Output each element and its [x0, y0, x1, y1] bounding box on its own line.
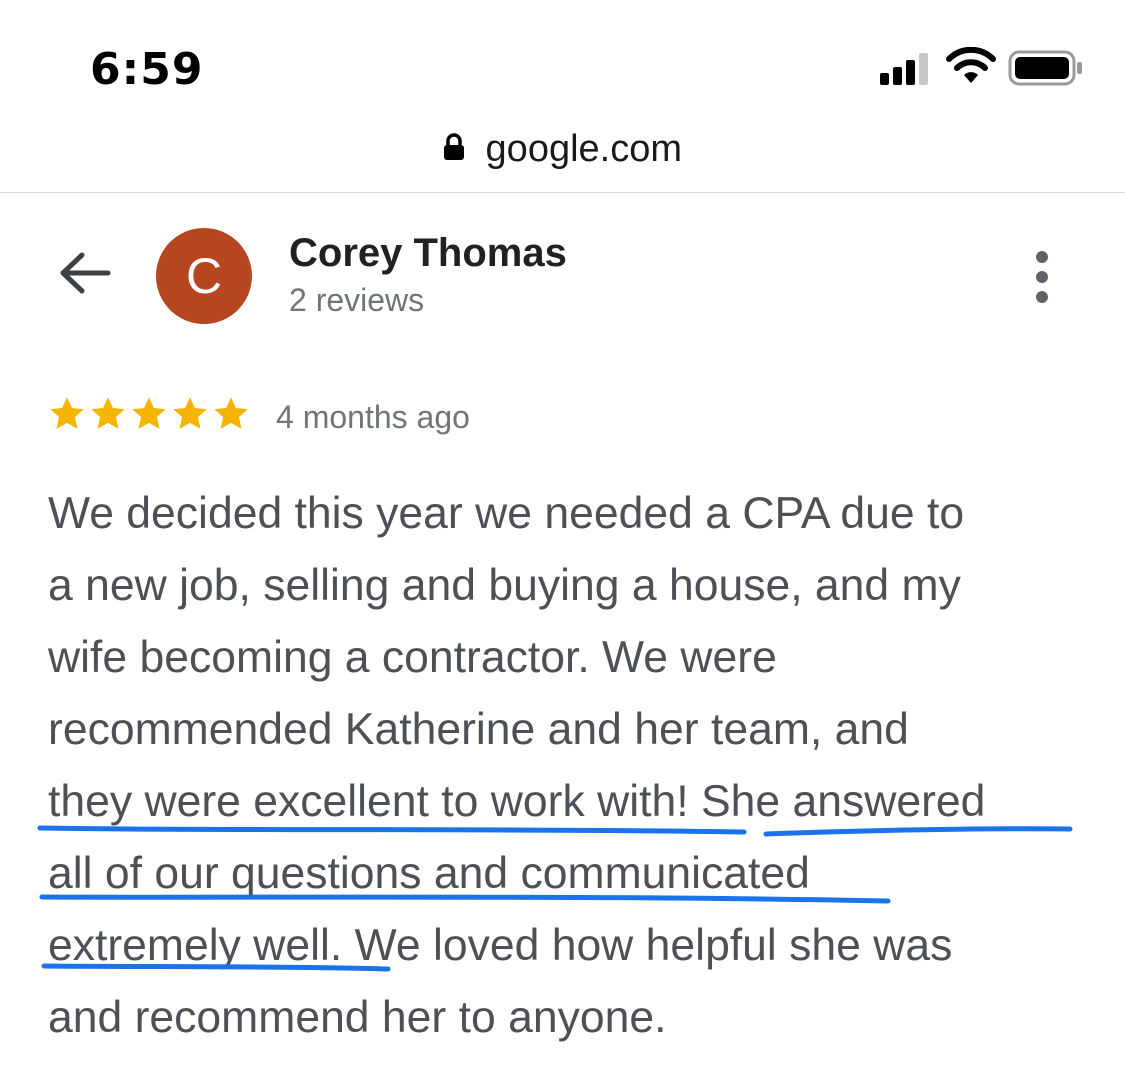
review-line: and recommend her to anyone.	[48, 993, 667, 1042]
review-line: all of our questions and communicated	[48, 849, 810, 898]
lock-icon	[443, 133, 464, 160]
review-line: recommended Katherine and her team, and	[48, 705, 909, 754]
battery-icon	[1008, 50, 1082, 86]
url-text: google.com	[485, 128, 683, 170]
cellular-signal-icon	[880, 53, 932, 85]
star-icon	[91, 397, 125, 429]
review-line: a new job, selling and buying a house, a…	[48, 561, 961, 610]
star-icon	[50, 397, 84, 429]
more-options-icon[interactable]	[1030, 249, 1054, 305]
address-bar[interactable]: google.com	[0, 120, 1125, 192]
review-time: 4 months ago	[276, 399, 470, 435]
status-bar: 6:59	[0, 0, 1125, 120]
star-icon	[173, 397, 207, 429]
reviewer-name[interactable]: Corey Thomas	[289, 231, 567, 276]
review-line: extremely well. We loved how helpful she…	[48, 921, 953, 970]
review-count: 2 reviews	[289, 282, 425, 318]
rating-row: 4 months ago	[48, 395, 748, 439]
review-line: they were excellent to work with! She an…	[48, 777, 986, 826]
back-arrow-icon[interactable]	[58, 251, 112, 295]
review-line: We decided this year we needed a CPA due…	[48, 489, 965, 538]
star-icon	[132, 397, 166, 429]
star-rating	[48, 395, 253, 439]
review-line: wife becoming a contractor. We were	[48, 633, 777, 682]
review-text: We decided this year we needed a CPA due…	[48, 478, 1088, 1054]
status-time: 6:59	[90, 44, 204, 95]
wifi-icon	[946, 47, 996, 83]
reviewer-header: C Corey Thomas 2 reviews	[0, 193, 1125, 353]
star-icon	[214, 397, 248, 429]
avatar[interactable]: C	[156, 228, 252, 324]
